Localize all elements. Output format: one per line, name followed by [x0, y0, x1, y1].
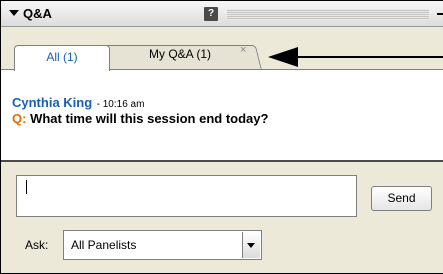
collapse-arrow-icon[interactable] — [9, 10, 19, 16]
drag-grip[interactable] — [227, 9, 429, 20]
close-icon[interactable]: × — [240, 44, 246, 56]
question-prefix: Q: — [12, 111, 27, 126]
message-header: Cynthia King - 10:16 am — [12, 94, 144, 112]
messages-area[interactable]: Cynthia King - 10:16 am Q: What time wil… — [1, 70, 443, 160]
panel-title-bar[interactable]: Q&A ? — [1, 1, 443, 27]
help-icon[interactable]: ? — [204, 7, 218, 21]
message-time: - 10:16 am — [96, 99, 145, 110]
text-caret — [26, 180, 27, 194]
question-text: What time will this session end today? — [30, 111, 269, 126]
ask-selected-value[interactable]: All Panelists — [71, 238, 136, 252]
chevron-down-icon[interactable] — [247, 243, 255, 248]
panel-title: Q&A — [23, 6, 52, 21]
annotation-arrow-icon — [268, 47, 298, 67]
send-button[interactable]: Send — [371, 186, 432, 211]
minimize-icon[interactable] — [437, 13, 443, 15]
question-input[interactable] — [16, 175, 357, 217]
ask-label: Ask: — [25, 238, 49, 252]
message-body: Q: What time will this session end today… — [12, 111, 268, 126]
message-author: Cynthia King — [12, 95, 93, 110]
tab-my-qa-label[interactable]: My Q&A (1) — [130, 47, 230, 61]
tab-all[interactable]: All (1) — [14, 45, 110, 71]
messages-divider — [1, 160, 443, 162]
annotation-arrow-shaft — [295, 56, 443, 58]
